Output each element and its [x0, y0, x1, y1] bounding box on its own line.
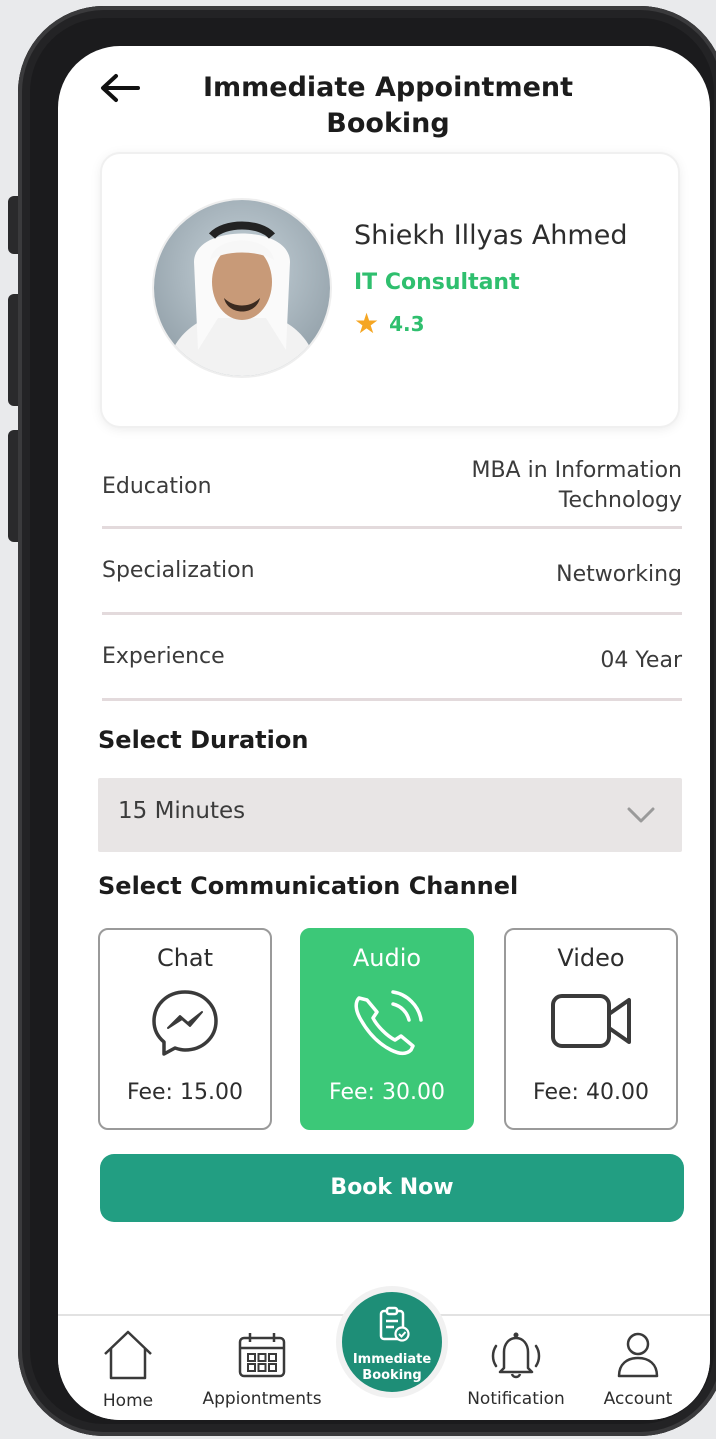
- channel-name: Audio: [352, 944, 422, 972]
- nav-notification-label: Notification: [467, 1389, 565, 1409]
- nav-account-label: Account: [603, 1389, 673, 1409]
- duration-selected-value: 15 Minutes: [118, 798, 246, 824]
- specialization-row: Specialization Networking: [102, 554, 682, 615]
- user-icon: [596, 1330, 680, 1385]
- app-screen: Immediate Appointment Booking Shiekh Ill…: [58, 46, 710, 1420]
- select-duration-heading: Select Duration: [98, 726, 309, 754]
- video-camera-icon: [549, 988, 633, 1058]
- messenger-icon: [150, 988, 220, 1062]
- experience-label: Experience: [102, 644, 225, 669]
- nav-home-label: Home: [102, 1391, 154, 1411]
- experience-row: Experience 04 Year: [102, 640, 682, 701]
- star-icon: ★: [354, 307, 380, 340]
- calendar-icon: [194, 1330, 330, 1385]
- channel-fee: Fee: 15.00: [127, 1080, 243, 1105]
- avatar: [154, 200, 330, 376]
- immediate-booking-label: Immediate Booking: [352, 1352, 432, 1383]
- rating: ★ 4.3: [354, 310, 425, 338]
- consultant-profile-card: Shiekh Illyas Ahmed IT Consultant ★ 4.3: [102, 154, 678, 426]
- nav-appointments[interactable]: Appiontments: [194, 1330, 330, 1409]
- chevron-down-icon: [626, 806, 656, 828]
- bell-ringing-icon: [460, 1330, 572, 1385]
- education-value: MBA in Information Technology: [471, 458, 682, 513]
- channel-video-card[interactable]: Video Fee: 40.00: [504, 928, 678, 1130]
- clipboard-check-icon: [378, 1306, 410, 1346]
- back-arrow-icon[interactable]: [98, 72, 142, 104]
- channel-audio-card[interactable]: Audio Fee: 30.00: [300, 928, 474, 1130]
- consultant-name: Shiekh Illyas Ahmed: [354, 220, 628, 251]
- nav-home[interactable]: Home: [92, 1328, 164, 1411]
- specialization-value: Networking: [556, 562, 682, 587]
- book-now-button[interactable]: Book Now: [100, 1154, 684, 1222]
- education-label: Education: [102, 474, 212, 499]
- rating-value: 4.3: [389, 312, 425, 336]
- channel-name: Video: [557, 944, 625, 972]
- education-row: Education MBA in Information Technology: [102, 454, 682, 529]
- nav-account[interactable]: Account: [596, 1330, 680, 1409]
- channel-chat-card[interactable]: Chat Fee: 15.00: [98, 928, 272, 1130]
- nav-appointments-label: Appiontments: [202, 1389, 322, 1409]
- duration-select[interactable]: 15 Minutes: [98, 778, 682, 852]
- phone-call-icon: [349, 988, 425, 1064]
- consultant-role: IT Consultant: [354, 270, 520, 295]
- page-title: Immediate Appointment Booking: [202, 72, 574, 139]
- channel-fee: Fee: 30.00: [329, 1080, 445, 1105]
- experience-value: 04 Year: [600, 648, 682, 673]
- immediate-booking-button[interactable]: Immediate Booking: [336, 1286, 448, 1398]
- specialization-label: Specialization: [102, 558, 255, 583]
- select-channel-heading: Select Communication Channel: [98, 872, 519, 900]
- channel-name: Chat: [156, 944, 214, 972]
- phone-frame: Immediate Appointment Booking Shiekh Ill…: [18, 6, 716, 1436]
- channel-fee: Fee: 40.00: [533, 1080, 649, 1105]
- home-icon: [92, 1328, 164, 1387]
- nav-notification[interactable]: Notification: [460, 1330, 572, 1409]
